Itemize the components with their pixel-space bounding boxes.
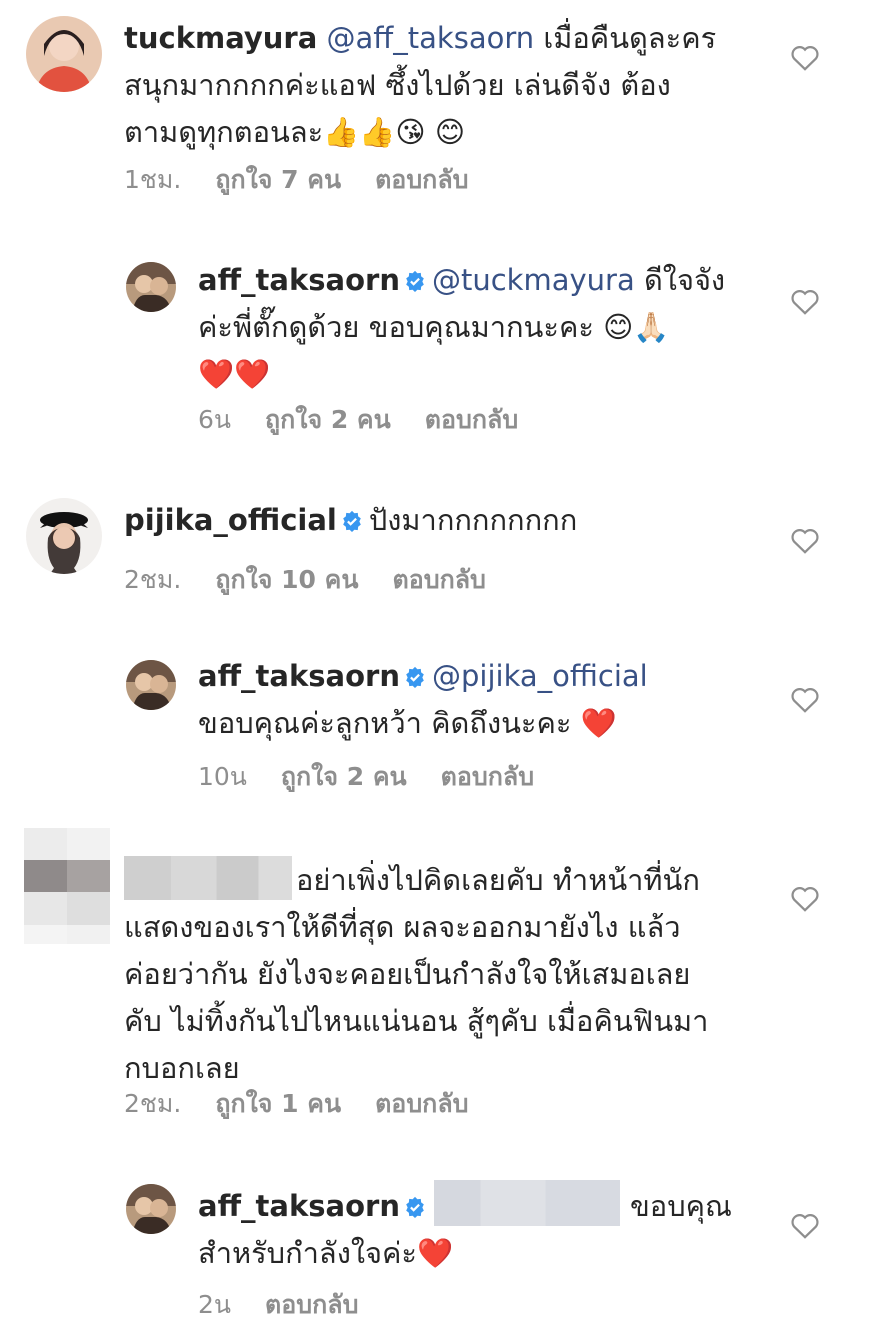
reply-button[interactable]: ตอบกลับ bbox=[375, 1089, 468, 1118]
mention-link[interactable]: @tuckmayura bbox=[432, 263, 635, 297]
comment-line: แสดงของเราให้ดีที่สุด ผลจะออกมายังไง แล้… bbox=[124, 910, 681, 944]
comment-line: ค่ะพี่ตั๊กดูด้วย ขอบคุณมากนะคะ bbox=[198, 310, 604, 344]
avatar[interactable] bbox=[126, 262, 176, 312]
heart-icon[interactable] bbox=[790, 885, 820, 912]
timestamp: 6น bbox=[198, 405, 231, 434]
mention-link[interactable]: @pijika_official bbox=[432, 659, 648, 693]
timestamp: 10น bbox=[198, 762, 247, 791]
verified-badge-icon bbox=[406, 666, 424, 688]
comment-line: ค่อยว่ากัน ยังไงจะคอยเป็นกำลังใจให้เสมอเ… bbox=[124, 957, 691, 991]
heart-icon[interactable] bbox=[790, 288, 820, 315]
username[interactable]: aff_taksaorn bbox=[198, 659, 400, 693]
emoji: ❤️ bbox=[580, 706, 617, 740]
comment-line: ขอบคุณ bbox=[629, 1189, 732, 1223]
comment-line: ปังมากกกกกกกก bbox=[368, 503, 578, 537]
likes-count[interactable]: ถูกใจ 2 คน bbox=[265, 405, 391, 434]
username[interactable]: aff_taksaorn bbox=[198, 1189, 400, 1223]
reply-button[interactable]: ตอบกลับ bbox=[265, 1290, 358, 1319]
reply-button[interactable]: ตอบกลับ bbox=[392, 565, 485, 594]
blurred-mention[interactable] bbox=[433, 1180, 620, 1226]
comment-line: สำหรับกำลังใจค่ะ bbox=[198, 1236, 417, 1270]
comment-line: ตามดูทุกตอนละ bbox=[124, 115, 324, 149]
verified-badge-icon bbox=[406, 1196, 424, 1218]
comment-text: tuckmayura @aff_taksaorn เมื่อคืนดูละคร … bbox=[124, 15, 716, 156]
avatar[interactable] bbox=[126, 660, 176, 710]
timestamp: 2ชม. bbox=[124, 1089, 182, 1118]
emoji: ❤️ bbox=[417, 1236, 454, 1270]
comment-text: aff_taksaorn @pijika_official ขอบคุณค่ะลู… bbox=[198, 653, 648, 747]
comment-line: ดีใจจัง bbox=[634, 263, 726, 297]
avatar[interactable] bbox=[26, 498, 102, 574]
likes-count[interactable]: ถูกใจ 7 คน bbox=[215, 165, 341, 194]
username[interactable]: pijika_official bbox=[124, 503, 337, 537]
heart-icon[interactable] bbox=[790, 527, 820, 554]
avatar[interactable] bbox=[26, 16, 102, 92]
reply-button[interactable]: ตอบกลับ bbox=[375, 165, 468, 194]
emoji: ❤️❤️ bbox=[198, 357, 271, 391]
timestamp: 2น bbox=[198, 1290, 231, 1319]
username[interactable]: tuckmayura bbox=[124, 21, 317, 55]
likes-count[interactable]: ถูกใจ 2 คน bbox=[281, 762, 407, 791]
emoji: 👍👍😘 😊 bbox=[323, 115, 466, 149]
comment-text: อย่าเพิ่งไปคิดเลยคับ ทำหน้าที่นัก แสดงขอ… bbox=[124, 856, 708, 1092]
avatar[interactable] bbox=[126, 1184, 176, 1234]
comment-meta: 2ชม. ถูกใจ 10 คน ตอบกลับ bbox=[124, 560, 520, 600]
comment-meta: 1ชม. ถูกใจ 7 คน ตอบกลับ bbox=[124, 160, 503, 200]
comment-line: สนุกมากกกกค่ะแอฟ ซึ้งไปด้วย เล่นดีจัง ต้… bbox=[124, 68, 671, 102]
heart-icon[interactable] bbox=[790, 44, 820, 71]
blurred-username[interactable] bbox=[124, 856, 292, 900]
blurred-avatar[interactable] bbox=[24, 828, 110, 944]
likes-count[interactable]: ถูกใจ 1 คน bbox=[215, 1089, 341, 1118]
verified-badge-icon bbox=[406, 270, 424, 292]
mention-link[interactable]: @aff_taksaorn bbox=[327, 21, 535, 55]
emoji: 😊🙏🏻 bbox=[603, 310, 670, 344]
comment-line: คับ ไม่ทิ้งกันไปไหนแน่นอน สู้ๆคับ เมื่อค… bbox=[124, 1004, 709, 1038]
reply-button[interactable]: ตอบกลับ bbox=[441, 762, 534, 791]
comment-meta: 2น ตอบกลับ bbox=[198, 1285, 392, 1325]
verified-badge-icon bbox=[343, 510, 361, 532]
comment-text: aff_taksaorn @tuckmayura ดีใจจัง ค่ะพี่ตั… bbox=[198, 257, 725, 398]
comment-line: เมื่อคืนดูละคร bbox=[534, 21, 717, 55]
comment-text: pijika_official ปังมากกกกกกกก bbox=[124, 497, 577, 544]
likes-count[interactable]: ถูกใจ 10 คน bbox=[215, 565, 358, 594]
reply-button[interactable]: ตอบกลับ bbox=[425, 405, 518, 434]
comment-meta: 6น ถูกใจ 2 คน ตอบกลับ bbox=[198, 400, 552, 440]
comment-meta: 10น ถูกใจ 2 คน ตอบกลับ bbox=[198, 757, 568, 797]
comment-line: อย่าเพิ่งไปคิดเลยคับ ทำหน้าที่นัก bbox=[296, 863, 700, 897]
comment-line: ขอบคุณค่ะลูกหว้า คิดถึงนะคะ bbox=[198, 706, 581, 740]
timestamp: 1ชม. bbox=[124, 165, 182, 194]
comment-meta: 2ชม. ถูกใจ 1 คน ตอบกลับ bbox=[124, 1084, 503, 1124]
heart-icon[interactable] bbox=[790, 1212, 820, 1239]
username[interactable]: aff_taksaorn bbox=[198, 263, 400, 297]
comment-text: aff_taksaorn ขอบคุณ สำหรับกำลังใจค่ะ❤️ bbox=[198, 1180, 732, 1277]
heart-icon[interactable] bbox=[790, 686, 820, 713]
timestamp: 2ชม. bbox=[124, 565, 182, 594]
